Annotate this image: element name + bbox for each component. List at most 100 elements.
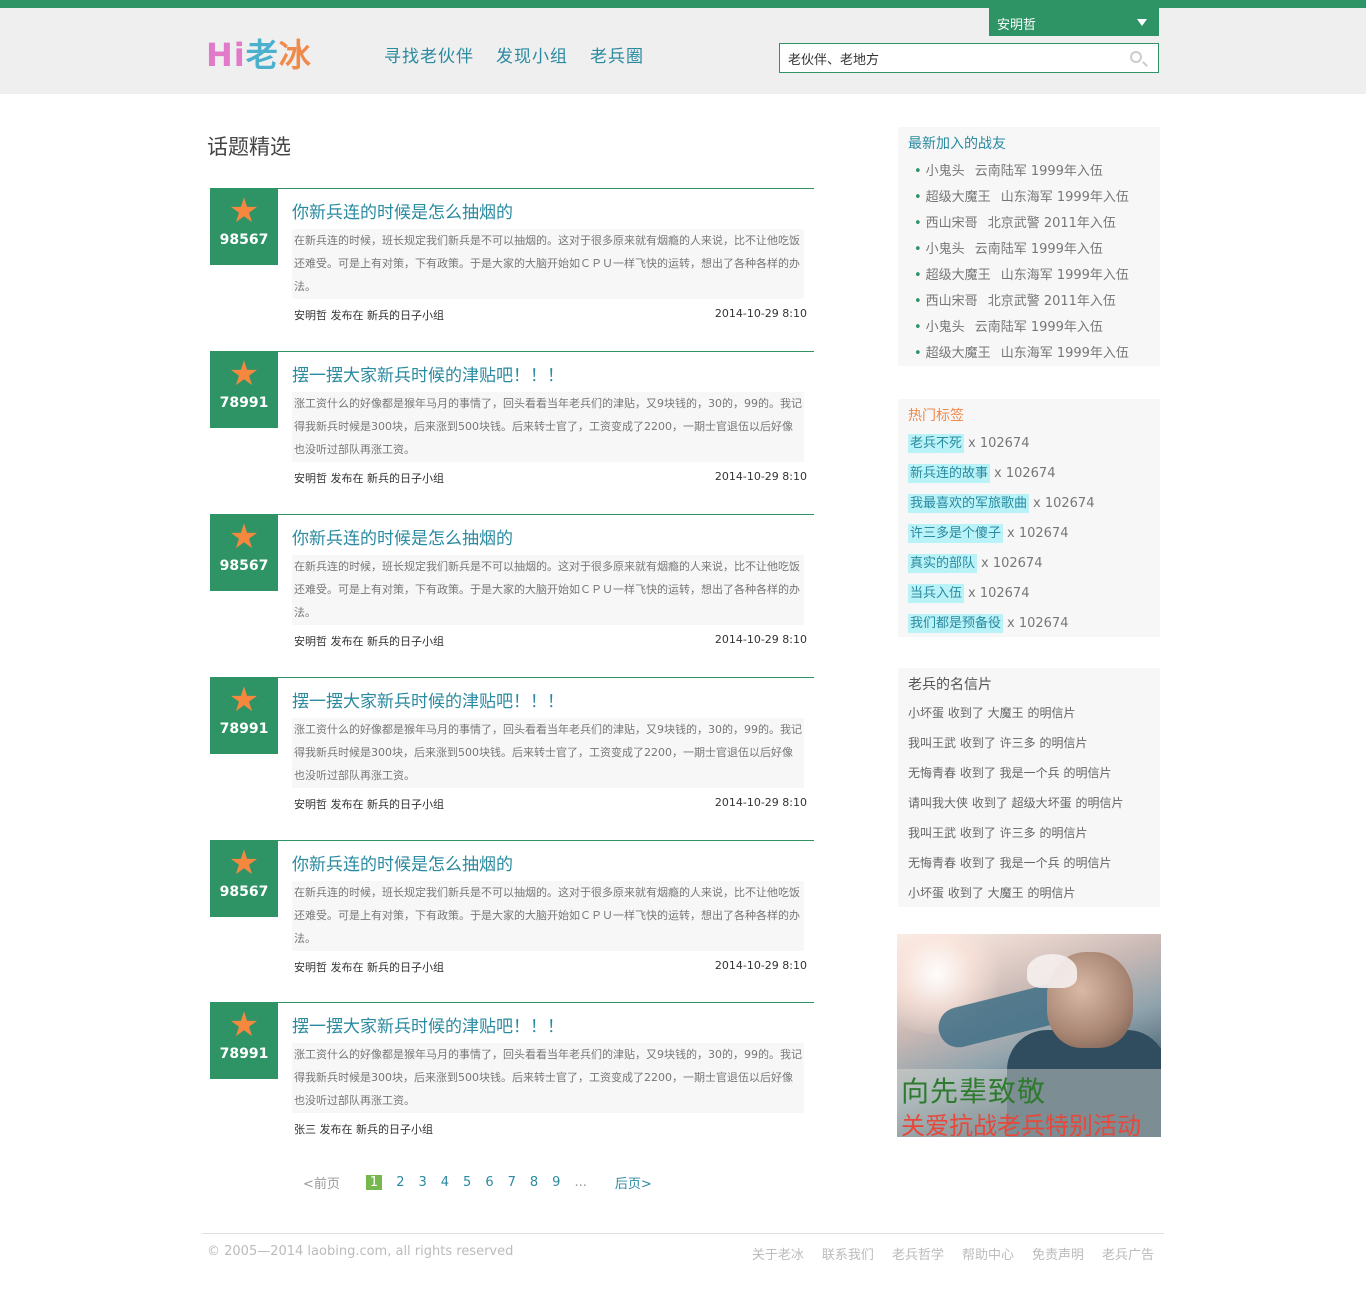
topic-card: ★ 98567 你新兵连的时候是怎么抽烟的 在新兵连的时候，班长规定我们新兵是不可以抽… xyxy=(210,514,814,664)
tag-row: 许三多是个傻子 x 102674 xyxy=(898,519,1160,549)
search-icon[interactable] xyxy=(1130,51,1142,63)
footer-link-contact[interactable]: 联系我们 xyxy=(822,1244,874,1263)
tag-count: x 102674 xyxy=(981,556,1043,571)
vote-badge[interactable]: ★ 78991 xyxy=(210,1002,278,1079)
page-link-9[interactable]: 9 xyxy=(552,1175,560,1190)
vote-count: 78991 xyxy=(219,721,269,737)
vote-badge[interactable]: ★ 98567 xyxy=(210,840,278,917)
page-link-7[interactable]: 7 xyxy=(508,1175,516,1190)
footer-link-about[interactable]: 关于老冰 xyxy=(752,1244,804,1263)
nav-find-partners[interactable]: 寻找老伙伴 xyxy=(384,42,474,67)
postcard-item[interactable]: 请叫我大侠 收到了 超级大坏蛋 的明信片 xyxy=(898,788,1160,818)
topic-author-group[interactable]: 安明哲 发布在 新兵的日子小组 xyxy=(294,633,444,649)
vote-badge[interactable]: ★ 78991 xyxy=(210,677,278,754)
member-info: 云南陆军 1999年入伍 xyxy=(974,320,1103,335)
member-info: 云南陆军 1999年入伍 xyxy=(974,164,1103,179)
promo-banner[interactable]: 向先辈致敬 关爱抗战老兵特别活动 xyxy=(897,934,1161,1137)
postcard-item[interactable]: 我叫王武 收到了 许三多 的明信片 xyxy=(898,728,1160,758)
topic-title-link[interactable]: 你新兵连的时候是怎么抽烟的 xyxy=(292,524,513,549)
page-link-1[interactable]: 1 xyxy=(365,1175,383,1190)
member-name: 小鬼头 xyxy=(925,164,965,179)
bullet-icon: • xyxy=(914,294,922,309)
member-info: 北京武警 2011年入伍 xyxy=(987,216,1116,231)
postcards-title: 老兵的名信片 xyxy=(908,677,992,693)
tag-link[interactable]: 新兵连的故事 xyxy=(908,464,991,483)
vote-count: 78991 xyxy=(219,1046,269,1062)
newest-member-item[interactable]: • 超级大魔王 山东海军 1999年入伍 xyxy=(914,185,1160,211)
member-name: 超级大魔王 xyxy=(925,190,991,205)
footer-link-philosophy[interactable]: 老兵哲学 xyxy=(892,1244,944,1263)
topic-divider xyxy=(278,677,814,678)
topic-card: ★ 98567 你新兵连的时候是怎么抽烟的 在新兵连的时候，班长规定我们新兵是不可以抽… xyxy=(210,840,814,990)
topic-author-group[interactable]: 安明哲 发布在 新兵的日子小组 xyxy=(294,470,444,486)
topic-author-group[interactable]: 安明哲 发布在 新兵的日子小组 xyxy=(294,796,444,812)
page-link-2[interactable]: 2 xyxy=(396,1175,404,1190)
topic-title-link[interactable]: 摆一摆大家新兵时候的津贴吧！！！ xyxy=(292,361,564,386)
tag-link[interactable]: 真实的部队 xyxy=(908,554,978,573)
topic-card: ★ 78991 摆一摆大家新兵时候的津贴吧！！！ 涨工资什么的好像都是猴年马月的事情了… xyxy=(210,1002,814,1152)
tag-link[interactable]: 许三多是个傻子 xyxy=(908,524,1004,543)
footer-links: 关于老冰 联系我们 老兵哲学 帮助中心 免责声明 老兵广告 xyxy=(752,1244,1154,1263)
footer-link-ads[interactable]: 老兵广告 xyxy=(1102,1244,1154,1263)
tag-row: 真实的部队 x 102674 xyxy=(898,549,1160,579)
newest-member-item[interactable]: • 小鬼头 云南陆军 1999年入伍 xyxy=(914,237,1160,263)
newest-member-item[interactable]: • 超级大魔王 山东海军 1999年入伍 xyxy=(914,341,1160,367)
member-name: 西山宋哥 xyxy=(925,216,978,231)
topic-title-link[interactable]: 摆一摆大家新兵时候的津贴吧！！！ xyxy=(292,687,564,712)
bullet-icon: • xyxy=(914,320,922,335)
tag-count: x 102674 xyxy=(994,466,1056,481)
vote-badge[interactable]: ★ 78991 xyxy=(210,351,278,428)
page-link-8[interactable]: 8 xyxy=(530,1175,538,1190)
topic-excerpt: 涨工资什么的好像都是猴年马月的事情了，回头看看当年老兵们的津贴，又9块钱的，30… xyxy=(292,1043,804,1113)
postcard-item[interactable]: 无悔青春 收到了 我是一个兵 的明信片 xyxy=(898,758,1160,788)
nav-discover-groups[interactable]: 发现小组 xyxy=(496,42,568,67)
newest-member-item[interactable]: • 小鬼头 云南陆军 1999年入伍 xyxy=(914,315,1160,341)
footer-link-help[interactable]: 帮助中心 xyxy=(962,1244,1014,1263)
member-name: 小鬼头 xyxy=(925,320,965,335)
user-menu[interactable]: 安明哲 xyxy=(989,8,1159,36)
topic-title-link[interactable]: 你新兵连的时候是怎么抽烟的 xyxy=(292,198,513,223)
next-page-link[interactable]: 后页> xyxy=(615,1173,652,1192)
prev-page-link[interactable]: <前页 xyxy=(303,1173,340,1192)
postcard-item[interactable]: 小坏蛋 收到了 大魔王 的明信片 xyxy=(898,878,1160,908)
topic-author-group[interactable]: 安明哲 发布在 新兵的日子小组 xyxy=(294,959,444,975)
vote-badge[interactable]: ★ 98567 xyxy=(210,514,278,591)
page-link-5[interactable]: 5 xyxy=(463,1175,471,1190)
main-nav: 寻找老伙伴 发现小组 老兵圈 xyxy=(384,42,644,67)
search-input[interactable] xyxy=(780,44,1110,72)
page-link-3[interactable]: 3 xyxy=(418,1175,426,1190)
page-link-4[interactable]: 4 xyxy=(441,1175,449,1190)
tag-row: 我们都是预备役 x 102674 xyxy=(898,609,1160,639)
newest-member-item[interactable]: • 西山宋哥 北京武警 2011年入伍 xyxy=(914,289,1160,315)
footer-link-disclaimer[interactable]: 免责声明 xyxy=(1032,1244,1084,1263)
topic-author-group[interactable]: 安明哲 发布在 新兵的日子小组 xyxy=(294,307,444,323)
newest-member-item[interactable]: • 小鬼头 云南陆军 1999年入伍 xyxy=(914,159,1160,185)
tag-link[interactable]: 我们都是预备役 xyxy=(908,614,1004,633)
postcard-item[interactable]: 无悔青春 收到了 我是一个兵 的明信片 xyxy=(898,848,1160,878)
postcard-item[interactable]: 我叫王武 收到了 许三多 的明信片 xyxy=(898,818,1160,848)
vote-badge[interactable]: ★ 98567 xyxy=(210,188,278,265)
tag-link[interactable]: 当兵入伍 xyxy=(908,584,965,603)
site-logo[interactable]: Hi老冰 xyxy=(206,30,312,74)
topic-date: 2014-10-29 8:10 xyxy=(714,633,807,646)
tag-count: x 102674 xyxy=(1033,496,1095,511)
topic-title-link[interactable]: 你新兵连的时候是怎么抽烟的 xyxy=(292,850,513,875)
bullet-icon: • xyxy=(914,268,922,283)
topic-title-link[interactable]: 摆一摆大家新兵时候的津贴吧！！！ xyxy=(292,1012,564,1037)
tag-link[interactable]: 我最喜欢的军旅歌曲 xyxy=(908,494,1030,513)
member-name: 西山宋哥 xyxy=(925,294,978,309)
member-info: 山东海军 1999年入伍 xyxy=(1000,346,1129,361)
bullet-icon: • xyxy=(914,216,922,231)
footer-divider xyxy=(202,1233,1164,1234)
nav-veteran-circle[interactable]: 老兵圈 xyxy=(590,42,644,67)
page-link-6[interactable]: 6 xyxy=(485,1175,493,1190)
tag-row: 我最喜欢的军旅歌曲 x 102674 xyxy=(898,489,1160,519)
member-info: 北京武警 2011年入伍 xyxy=(987,294,1116,309)
tag-link[interactable]: 老兵不死 xyxy=(908,434,965,453)
topic-date: 2014-10-29 8:10 xyxy=(714,796,807,809)
newest-member-item[interactable]: • 西山宋哥 北京武警 2011年入伍 xyxy=(914,211,1160,237)
topic-author-group[interactable]: 张三 发布在 新兵的日子小组 xyxy=(294,1121,433,1137)
postcard-item[interactable]: 小坏蛋 收到了 大魔王 的明信片 xyxy=(898,698,1160,728)
star-icon: ★ xyxy=(228,1005,260,1045)
newest-member-item[interactable]: • 超级大魔王 山东海军 1999年入伍 xyxy=(914,263,1160,289)
